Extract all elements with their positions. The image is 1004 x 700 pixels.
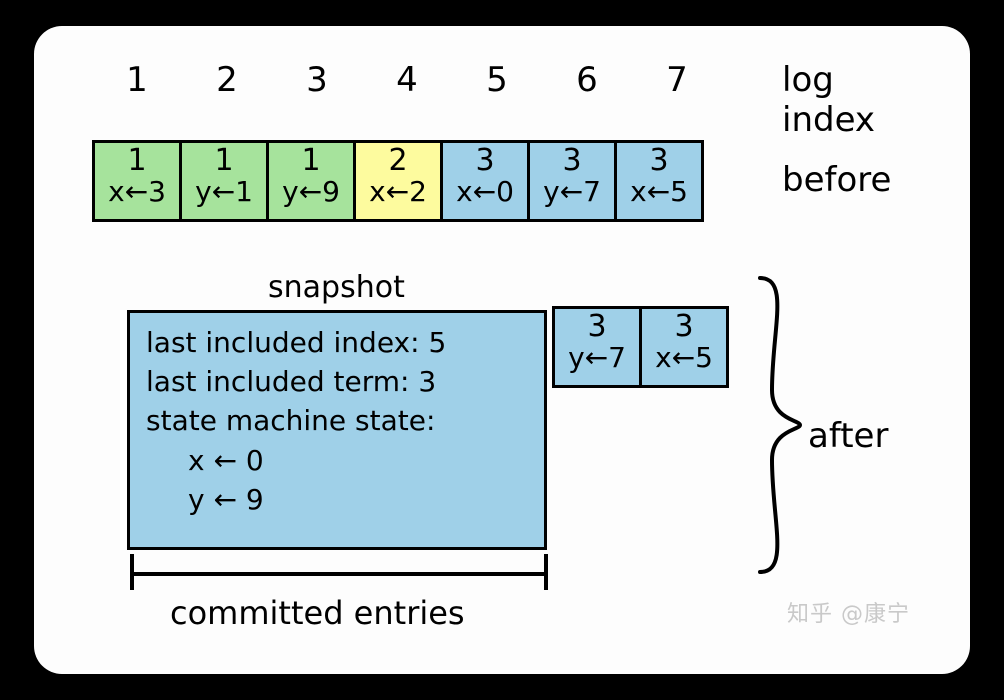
watermark: 知乎 @康宁 <box>787 596 910 628</box>
before-entry-4: 2x←2 <box>353 140 443 222</box>
before-entry-2: 1y←1 <box>179 140 269 222</box>
before-entry-3: 1y←9 <box>266 140 356 222</box>
log-index-1: 1 <box>92 60 182 100</box>
entry-term: 1 <box>269 145 353 177</box>
snapshot-box: last included index: 5 last included ter… <box>127 310 547 550</box>
entry-term: 3 <box>530 145 614 177</box>
entry-cmd: x←5 <box>617 177 701 206</box>
entry-cmd: y←7 <box>555 343 639 372</box>
log-index-2: 2 <box>182 60 272 100</box>
snapshot-line-1: last included index: 5 <box>146 323 528 362</box>
committed-tick-right <box>544 554 548 590</box>
entry-cmd: x←0 <box>443 177 527 206</box>
snapshot-line-4: x ← 0 <box>146 441 528 480</box>
before-entry-7: 3x←5 <box>614 140 704 222</box>
entry-cmd: x←5 <box>642 343 726 372</box>
entry-term: 1 <box>95 145 179 177</box>
diagram-stage: 1 2 3 4 5 6 7 log index 1x←3 1y←1 1y←9 2… <box>92 60 932 644</box>
snapshot-line-5: y ← 9 <box>146 480 528 519</box>
committed-tick-left <box>130 554 134 590</box>
committed-entries-label: committed entries <box>170 594 465 632</box>
entry-term: 1 <box>182 145 266 177</box>
entry-term: 3 <box>443 145 527 177</box>
before-label: before <box>782 160 891 200</box>
entry-term: 3 <box>555 311 639 343</box>
snapshot-title: snapshot <box>268 270 405 305</box>
entry-cmd: y←1 <box>182 177 266 206</box>
entry-term: 2 <box>356 145 440 177</box>
committed-entries-arrow <box>130 562 548 586</box>
log-index-5: 5 <box>452 60 542 100</box>
diagram-card: 1 2 3 4 5 6 7 log index 1x←3 1y←1 1y←9 2… <box>34 26 970 674</box>
log-index-3: 3 <box>272 60 362 100</box>
log-index-4: 4 <box>362 60 452 100</box>
entry-cmd: x←2 <box>356 177 440 206</box>
brace-icon <box>742 270 808 580</box>
before-entry-1: 1x←3 <box>92 140 182 222</box>
before-entry-5: 3x←0 <box>440 140 530 222</box>
before-entry-6: 3y←7 <box>527 140 617 222</box>
log-index-6: 6 <box>542 60 632 100</box>
committed-line <box>130 572 548 576</box>
after-label: after <box>808 416 888 456</box>
after-entry-6: 3y←7 <box>552 306 642 388</box>
after-entry-7: 3x←5 <box>639 306 729 388</box>
log-index-7: 7 <box>632 60 722 100</box>
snapshot-line-2: last included term: 3 <box>146 362 528 401</box>
entry-cmd: y←7 <box>530 177 614 206</box>
entry-term: 3 <box>617 145 701 177</box>
entry-term: 3 <box>642 311 726 343</box>
log-index-label: log index <box>782 60 932 140</box>
entry-cmd: x←3 <box>95 177 179 206</box>
snapshot-line-3: state machine state: <box>146 401 528 440</box>
entry-cmd: y←9 <box>269 177 353 206</box>
